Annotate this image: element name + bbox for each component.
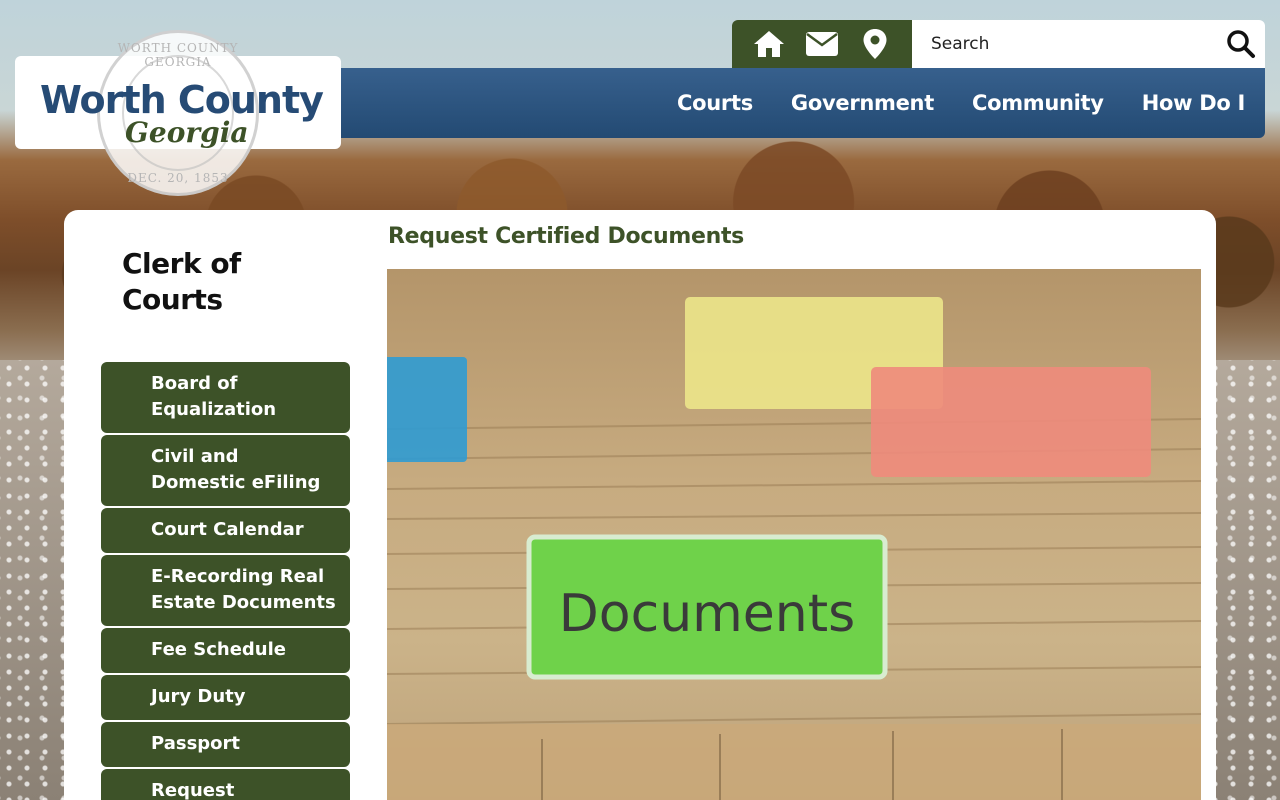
sidebar-item-request[interactable]: Request [101, 769, 350, 800]
sidebar-item-fee-schedule[interactable]: Fee Schedule [101, 628, 350, 673]
search-box [912, 20, 1265, 68]
utility-bar [732, 20, 1265, 68]
nav-item-government[interactable]: Government [791, 91, 934, 115]
logo-subtitle: Georgia [125, 116, 249, 149]
page-title: Request Certified Documents [388, 224, 744, 249]
sidebar-title: Clerk of Courts [122, 247, 241, 316]
hero-image: Documents [387, 269, 1201, 800]
seal-bottom-text: DEC. 20, 1853 [127, 171, 229, 185]
sidebar-item-e-recording[interactable]: E-Recording Real Estate Documents [101, 555, 350, 626]
sidebar-item-court-calendar[interactable]: Court Calendar [101, 508, 350, 553]
sidebar-item-passport[interactable]: Passport [101, 722, 350, 767]
sidebar-item-jury-duty[interactable]: Jury Duty [101, 675, 350, 720]
search-input[interactable] [912, 23, 1223, 65]
sidebar-item-board-of-equalization[interactable]: Board of Equalization [101, 362, 350, 433]
sidebar-nav: Board of Equalization Civil and Domestic… [101, 362, 350, 800]
map-pin-icon[interactable] [857, 26, 893, 62]
sidebar-item-civil-domestic-efiling[interactable]: Civil and Domestic eFiling [101, 435, 350, 506]
nav-item-how-do-i[interactable]: How Do I [1142, 91, 1246, 115]
nav-item-courts[interactable]: Courts [677, 91, 753, 115]
nav-item-community[interactable]: Community [972, 91, 1104, 115]
home-icon[interactable] [751, 26, 787, 62]
seal-top-text: WORTH COUNTY GEORGIA [117, 41, 239, 69]
search-icon[interactable] [1225, 28, 1257, 60]
envelope-icon[interactable] [804, 26, 840, 62]
hero-tab-text: Documents [559, 584, 856, 644]
main-nav: Courts Government Community How Do I [341, 68, 1265, 138]
utility-icons [732, 20, 912, 68]
